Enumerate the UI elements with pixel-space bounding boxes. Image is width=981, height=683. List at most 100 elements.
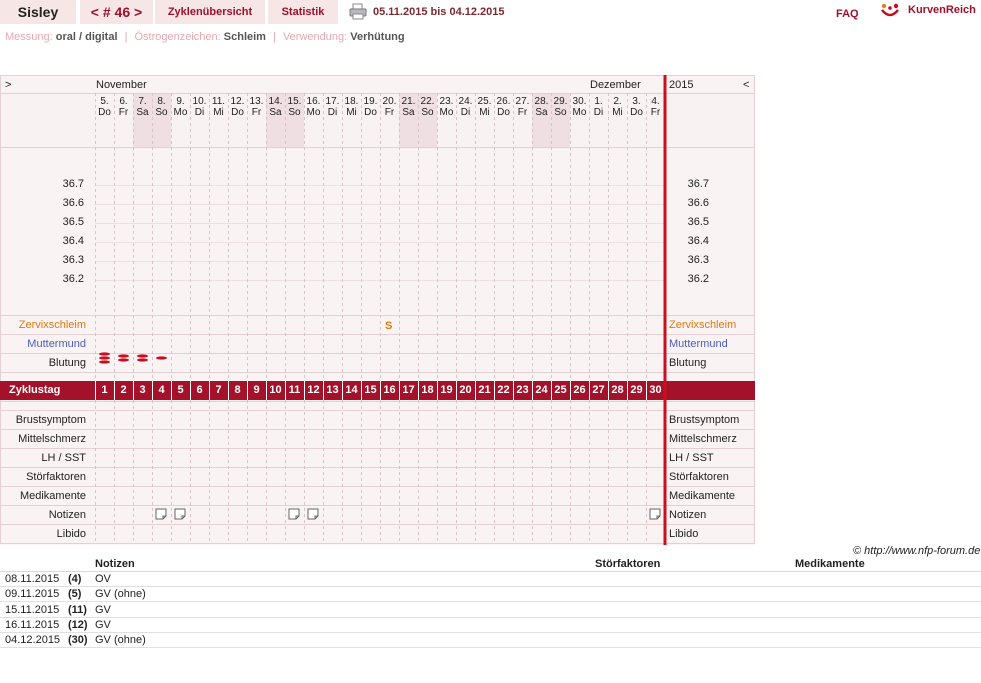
- weekday: Mi: [213, 107, 224, 118]
- cycle-day-number[interactable]: 11: [285, 381, 304, 400]
- cycle-day-number[interactable]: 3: [133, 381, 152, 400]
- faq-link[interactable]: FAQ: [836, 4, 859, 24]
- day-header[interactable]: 22. So: [418, 96, 437, 118]
- day-header[interactable]: 25. Mi: [475, 96, 494, 118]
- bleeding-mark[interactable]: [137, 354, 148, 358]
- note-icon[interactable]: [155, 508, 167, 520]
- brand-name[interactable]: KurvenReich: [908, 1, 976, 19]
- day-header[interactable]: 3. Do: [627, 96, 646, 118]
- day-header[interactable]: 6. Fr: [114, 96, 133, 118]
- note-date: 04.12.2015: [5, 634, 61, 646]
- bleeding-mark[interactable]: [99, 360, 110, 364]
- cycle-day-number[interactable]: 1: [95, 381, 114, 400]
- weekday: Sa: [535, 107, 548, 118]
- day-header[interactable]: 23. Mo: [437, 96, 456, 118]
- weekday: Fr: [384, 107, 395, 118]
- cycle-day-number[interactable]: 28: [608, 381, 627, 400]
- note-cycle-day: (12): [68, 619, 88, 631]
- cycle-day-number[interactable]: 16: [380, 381, 399, 400]
- day-header[interactable]: 15. So: [285, 96, 304, 118]
- cycle-day-number[interactable]: 7: [209, 381, 228, 400]
- day-header[interactable]: 26. Do: [494, 96, 513, 118]
- day-header[interactable]: 21. Sa: [399, 96, 418, 118]
- day-header[interactable]: 20. Fr: [380, 96, 399, 118]
- cycle-day-number[interactable]: 22: [494, 381, 513, 400]
- day-header[interactable]: 2. Mi: [608, 96, 627, 118]
- cycle-day-number[interactable]: 18: [418, 381, 437, 400]
- cycle-day-number[interactable]: 27: [589, 381, 608, 400]
- day-header[interactable]: 9. Mo: [171, 96, 190, 118]
- weekday: Mi: [612, 107, 623, 118]
- cycle-day-number[interactable]: 12: [304, 381, 323, 400]
- bleeding-label: Blutung: [669, 357, 707, 369]
- cycle-day-number[interactable]: 25: [551, 381, 570, 400]
- cycle-day-number[interactable]: 21: [475, 381, 494, 400]
- weekday: Mo: [572, 107, 587, 118]
- day-header[interactable]: 8. So: [152, 96, 171, 118]
- cycle-navigator[interactable]: < # 46 >: [80, 0, 153, 24]
- note-icon[interactable]: [174, 508, 186, 520]
- day-header[interactable]: 5. Do: [95, 96, 114, 118]
- bleeding-mark[interactable]: [156, 356, 167, 360]
- nav-prev-button[interactable]: >: [5, 79, 11, 91]
- cycle-day-number[interactable]: 20: [456, 381, 475, 400]
- day-header[interactable]: 27. Fr: [513, 96, 532, 118]
- statistics-link[interactable]: Statistik: [268, 0, 338, 24]
- nav-next-button[interactable]: <: [743, 79, 749, 91]
- cycle-day-number[interactable]: 29: [627, 381, 646, 400]
- kurvenreich-logo-icon[interactable]: [880, 2, 900, 20]
- day-header[interactable]: 19. Do: [361, 96, 380, 118]
- day-header[interactable]: 30. Mo: [570, 96, 589, 118]
- cycle-day-number[interactable]: 30: [646, 381, 665, 400]
- cycle-day-number[interactable]: 26: [570, 381, 589, 400]
- day-header[interactable]: 13. Fr: [247, 96, 266, 118]
- day-header[interactable]: 12. Do: [228, 96, 247, 118]
- day-header[interactable]: 16. Mo: [304, 96, 323, 118]
- day-header[interactable]: 24. Di: [456, 96, 475, 118]
- cycle-day-number[interactable]: 23: [513, 381, 532, 400]
- day-header[interactable]: 11. Mi: [209, 96, 228, 118]
- day-header[interactable]: 4. Fr: [646, 96, 665, 118]
- cycle-day-number[interactable]: 19: [437, 381, 456, 400]
- cycle-day-number[interactable]: 8: [228, 381, 247, 400]
- bleeding-mark[interactable]: [99, 356, 110, 360]
- cycle-day-number[interactable]: 14: [342, 381, 361, 400]
- cycle-day-number[interactable]: 13: [323, 381, 342, 400]
- note-icon[interactable]: [649, 508, 661, 520]
- cycle-day-number[interactable]: 9: [247, 381, 266, 400]
- bleeding-mark[interactable]: [99, 352, 110, 356]
- breast-label: Brustsymptom: [15, 414, 86, 426]
- note-date: 09.11.2015: [5, 588, 60, 600]
- cycle-day-number[interactable]: 6: [190, 381, 209, 400]
- mucus-mark[interactable]: S: [385, 320, 392, 332]
- bleeding-mark[interactable]: [118, 354, 129, 358]
- cycle-day-number[interactable]: 24: [532, 381, 551, 400]
- day-header[interactable]: 7. Sa: [133, 96, 152, 118]
- day-header[interactable]: 1. Di: [589, 96, 608, 118]
- cycle-day-number[interactable]: 2: [114, 381, 133, 400]
- weekday: So: [554, 107, 567, 118]
- day-header[interactable]: 14. Sa: [266, 96, 285, 118]
- bleeding-mark[interactable]: [137, 358, 148, 362]
- bleeding-mark[interactable]: [118, 358, 129, 362]
- day-header[interactable]: 29. So: [551, 96, 570, 118]
- cycle-overview-link[interactable]: Zyklenübersicht: [155, 0, 265, 24]
- day-header[interactable]: 18. Mi: [342, 96, 361, 118]
- day-header[interactable]: 10. Di: [190, 96, 209, 118]
- day-number: 18.: [344, 96, 359, 107]
- day-number: 3.: [632, 96, 641, 107]
- cycle-day-number[interactable]: 15: [361, 381, 380, 400]
- note-icon[interactable]: [288, 508, 300, 520]
- cycle-day-number[interactable]: 4: [152, 381, 171, 400]
- cycle-day-number[interactable]: 10: [266, 381, 285, 400]
- printer-icon[interactable]: [349, 3, 367, 20]
- month-label: November: [96, 79, 147, 91]
- day-number: 12.: [230, 96, 245, 107]
- cycle-day-number[interactable]: 17: [399, 381, 418, 400]
- note-icon[interactable]: [307, 508, 319, 520]
- libido-label: Libido: [669, 528, 699, 540]
- cycle-day-number[interactable]: 5: [171, 381, 190, 400]
- day-header[interactable]: 17. Di: [323, 96, 342, 118]
- day-header[interactable]: 28. Sa: [532, 96, 551, 118]
- note-cycle-day: (5): [68, 588, 82, 600]
